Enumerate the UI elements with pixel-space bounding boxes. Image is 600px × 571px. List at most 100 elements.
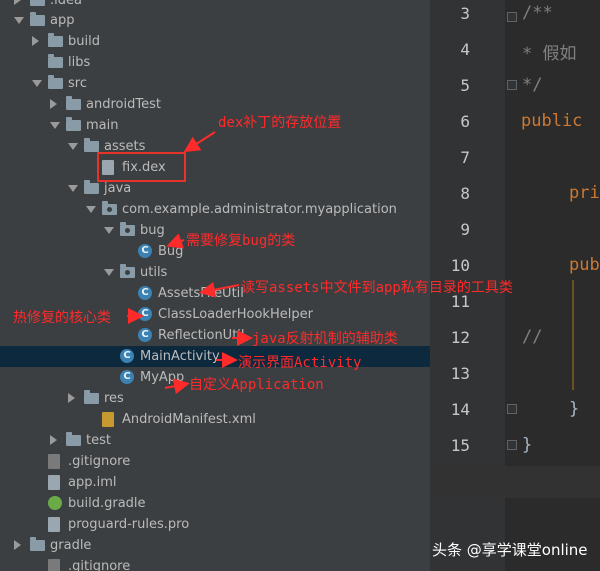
fix-dex-highlight-box <box>97 152 186 182</box>
tree-item-label: MainActivity <box>140 349 220 364</box>
fold-marker-icon[interactable] <box>507 440 517 450</box>
line-number: 6 <box>460 112 470 131</box>
chevron-down-icon[interactable] <box>86 206 96 213</box>
code-line: } <box>569 399 580 419</box>
tree-item-gitignore[interactable]: .gitignore <box>0 556 430 571</box>
tree-item-androidmanifest-xml[interactable]: AndroidManifest.xml <box>0 409 430 430</box>
fold-marker-icon[interactable] <box>507 80 517 90</box>
folder-icon <box>30 537 46 553</box>
code-line: /** <box>522 3 553 23</box>
gitignore-file-icon <box>48 454 64 469</box>
class-icon: C <box>138 286 154 301</box>
fold-marker-icon[interactable] <box>507 404 517 414</box>
code-line: public <box>521 111 583 131</box>
line-number: 15 <box>450 436 470 455</box>
tree-item-label: proguard-rules.pro <box>68 517 190 532</box>
tree-item-label: test <box>86 433 111 448</box>
tree-item-fix-dex[interactable]: fix.dex <box>0 157 430 178</box>
class-icon: C <box>138 328 154 343</box>
chevron-down-icon[interactable] <box>14 17 24 24</box>
folder-icon <box>48 75 64 91</box>
code-line: pub <box>569 255 600 275</box>
tree-item-label: main <box>86 118 119 133</box>
file-icon <box>48 475 64 490</box>
folder-icon <box>66 432 82 448</box>
folder-icon <box>48 33 64 49</box>
tree-item-label: build <box>68 34 100 49</box>
tree-item-label: libs <box>68 55 91 70</box>
tree-item-mainactivity[interactable]: C MainActivity <box>0 346 430 367</box>
package-icon <box>120 222 136 238</box>
chevron-down-icon[interactable] <box>32 80 42 87</box>
line-number: 4 <box>460 40 470 59</box>
chevron-right-icon[interactable] <box>14 0 21 5</box>
chevron-down-icon[interactable] <box>104 227 114 234</box>
tree-item-label: .gitignore <box>68 454 131 469</box>
line-number: 5 <box>460 76 470 95</box>
tree-item-src[interactable]: src <box>0 73 430 94</box>
folder-icon <box>84 390 100 406</box>
tree-item-androidtest[interactable]: androidTest <box>0 94 430 115</box>
line-number: 12 <box>450 328 470 347</box>
folder-icon <box>30 12 46 28</box>
chevron-right-icon[interactable] <box>68 393 75 403</box>
tree-item-label: res <box>104 391 124 406</box>
tree-item-gitignore[interactable]: .gitignore <box>0 451 430 472</box>
chevron-right-icon[interactable] <box>50 99 57 109</box>
tree-item-app[interactable]: app <box>0 10 430 31</box>
tree-item-main[interactable]: main <box>0 115 430 136</box>
tree-item-test[interactable]: test <box>0 430 430 451</box>
code-line: } <box>522 435 533 455</box>
xml-file-icon <box>102 412 118 427</box>
tree-item-proguard-rules-pro[interactable]: proguard-rules.pro <box>0 514 430 535</box>
tree-item-app-iml[interactable]: app.iml <box>0 472 430 493</box>
chevron-down-icon[interactable] <box>50 122 60 129</box>
watermark: 头条 @享学课堂online <box>432 541 588 559</box>
line-number: 3 <box>460 4 470 23</box>
chevron-down-icon[interactable] <box>104 269 114 276</box>
chevron-right-icon[interactable] <box>14 540 21 550</box>
tree-item-build-gradle[interactable]: build.gradle <box>0 493 430 514</box>
tree-item-libs[interactable]: libs <box>0 52 430 73</box>
tree-item-build[interactable]: build <box>0 31 430 52</box>
current-line-highlight <box>430 466 600 498</box>
line-number: 9 <box>460 220 470 239</box>
line-number: 8 <box>460 184 470 203</box>
indent-guide <box>572 280 574 390</box>
line-number: 13 <box>450 364 470 383</box>
code-line: * 假如 <box>522 44 577 64</box>
folder-icon <box>84 180 100 196</box>
fold-marker-icon[interactable] <box>507 12 517 22</box>
line-number: 14 <box>450 400 470 419</box>
tree-item-label: ClassLoaderHookHelper <box>158 307 313 322</box>
folder-icon <box>66 117 82 133</box>
tree-item-assets[interactable]: assets <box>0 136 430 157</box>
tree-item-label: java <box>104 181 132 196</box>
chevron-down-icon[interactable] <box>68 143 78 150</box>
annotation-demo-activity: 演示界面Activity <box>238 355 362 371</box>
tree-item-java[interactable]: java <box>0 178 430 199</box>
tree-item-label: androidTest <box>86 97 161 112</box>
file-icon <box>48 517 64 532</box>
annotation-hotfix-core: 热修复的核心类 <box>13 310 111 326</box>
chevron-down-icon[interactable] <box>68 185 78 192</box>
annotation-bug-class: 需要修复bug的类 <box>186 233 296 249</box>
tree-item-label: Bug <box>158 244 184 259</box>
tree-item-label: .gitignore <box>68 559 131 571</box>
tree-item-label: bug <box>140 223 165 238</box>
tree-item-label: app <box>50 13 75 28</box>
folder-icon <box>48 54 64 70</box>
tree-item-com-example-administrator-myapplication[interactable]: com.example.administrator.myapplication <box>0 199 430 220</box>
tree-item-label: AndroidManifest.xml <box>122 412 256 427</box>
chevron-right-icon[interactable] <box>50 435 57 445</box>
tree-item-gradle[interactable]: gradle <box>0 535 430 556</box>
package-icon <box>102 201 118 217</box>
code-line: pri <box>569 183 600 203</box>
annotation-assets-util: 读写assets中文件到app私有目录的工具类 <box>241 280 513 296</box>
code-line: */ <box>522 75 543 95</box>
tree-item-label: app.iml <box>68 475 117 490</box>
tree-item-label: build.gradle <box>68 496 146 511</box>
folder-icon <box>66 96 82 112</box>
class-icon: C <box>138 244 154 259</box>
chevron-right-icon[interactable] <box>32 36 39 46</box>
